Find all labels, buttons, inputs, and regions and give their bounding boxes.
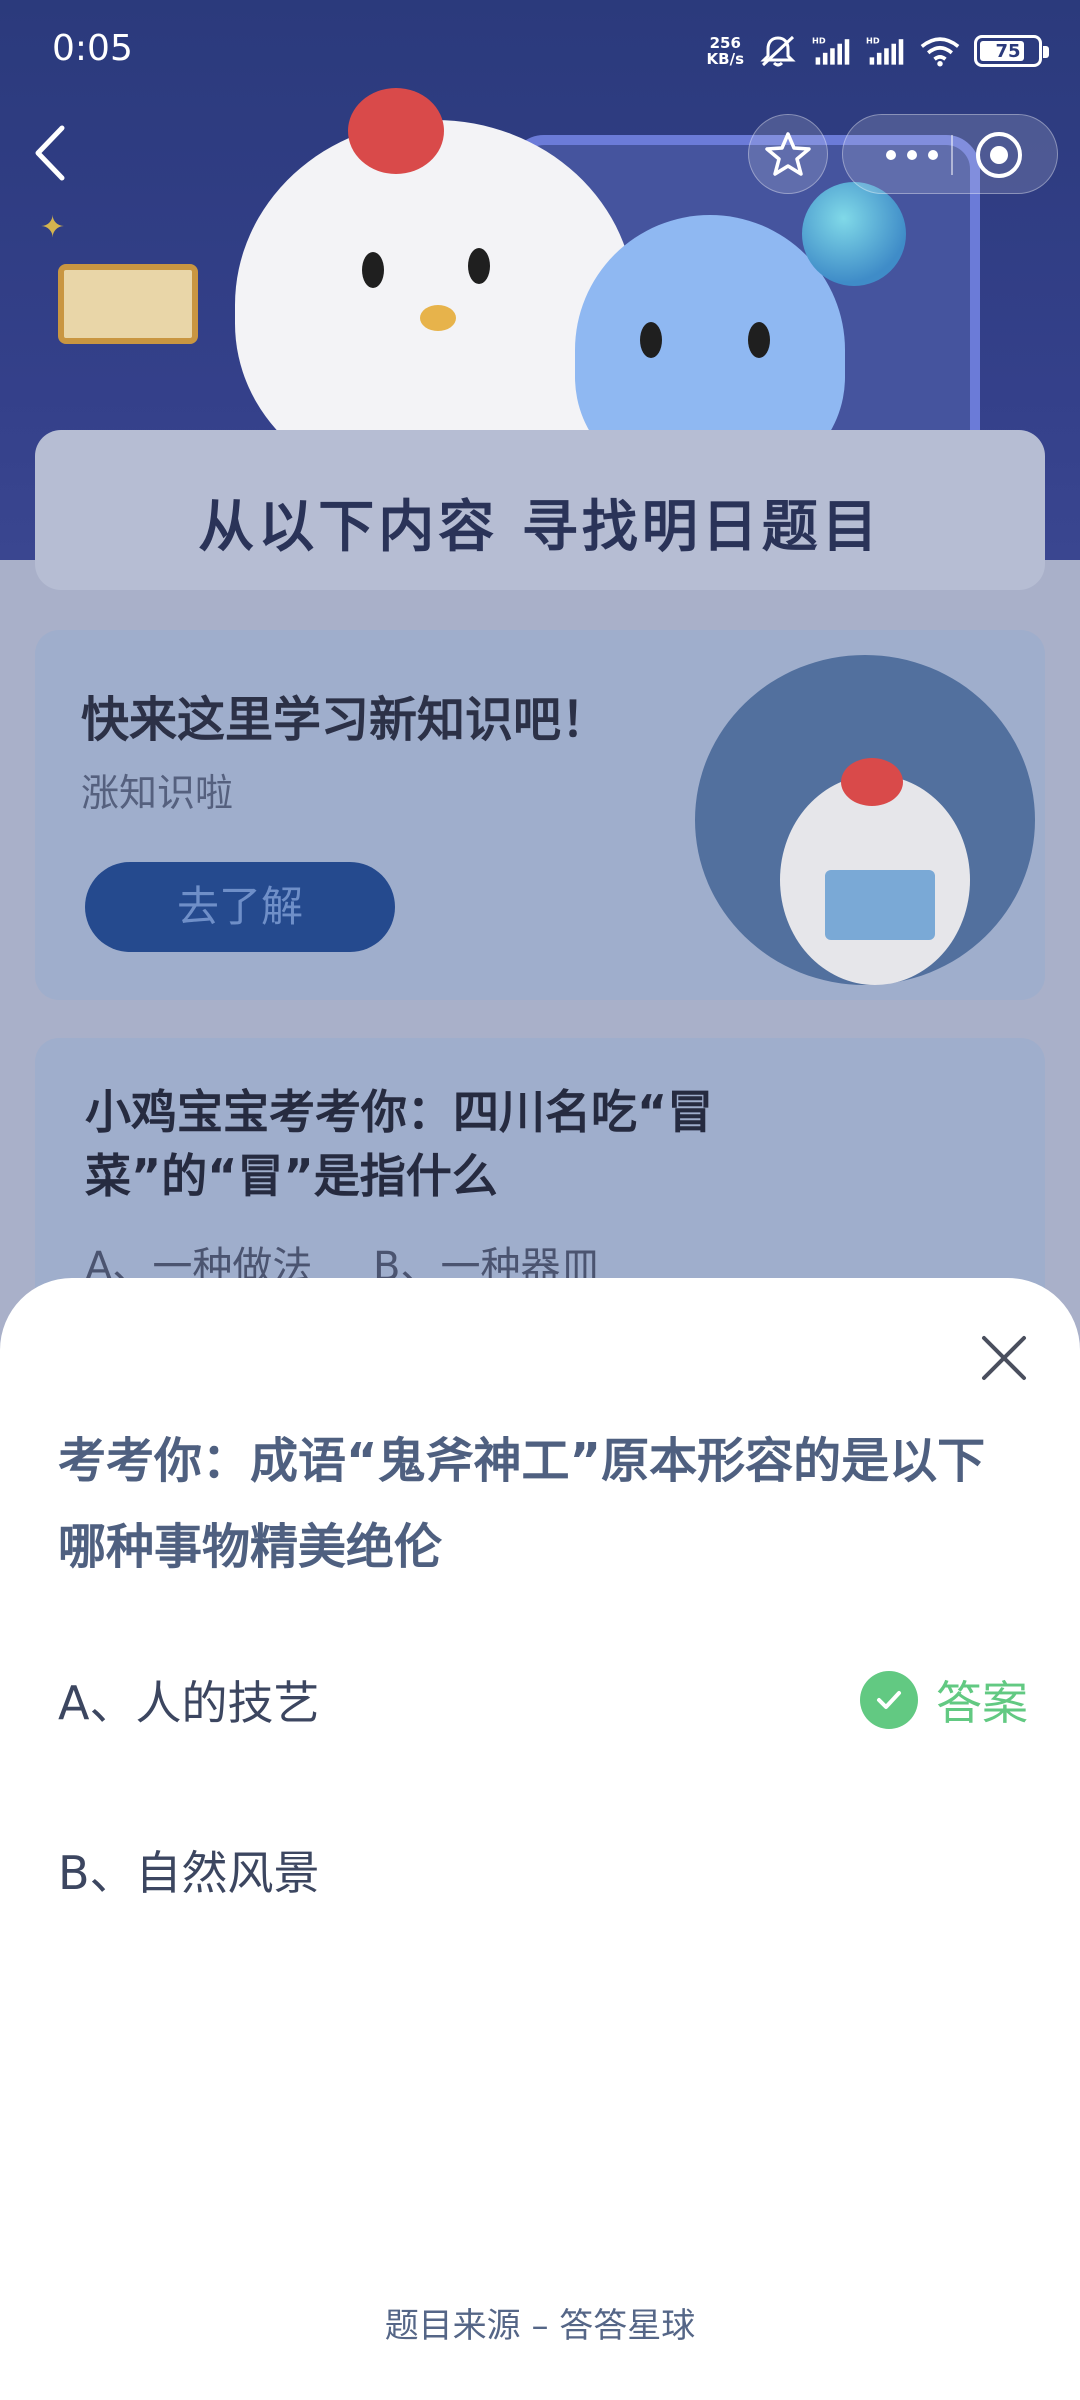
- answer-label: 答案: [936, 1676, 1028, 1730]
- section-title: 从以下内容 寻找明日题目: [198, 495, 882, 560]
- globe-illustration: [802, 182, 906, 286]
- screen: ✦ 从以下内容 寻找明日题目 快来这里学习新知识吧！ 涨知识啦 去了解 小鸡宝宝…: [0, 0, 1080, 2400]
- learn-more-button[interactable]: 去了解: [85, 862, 395, 952]
- battery-tip: [1043, 46, 1049, 58]
- promo-card-title: 快来这里学习新知识吧！: [81, 692, 610, 748]
- hero-chick-eye: [468, 248, 490, 284]
- wifi-icon: [920, 37, 960, 67]
- hero-chick-comb: [348, 88, 444, 174]
- promo-card-subtitle: 涨知识啦: [81, 771, 234, 815]
- section-title-card: 从以下内容 寻找明日题目: [35, 430, 1045, 590]
- checkmark-icon: [860, 1671, 918, 1729]
- target-circle-icon[interactable]: [973, 129, 1025, 181]
- hero-blob-eye: [640, 322, 662, 358]
- hero-blob-eye: [748, 322, 770, 358]
- favorite-button[interactable]: [748, 114, 828, 194]
- svg-text:HD: HD: [812, 36, 826, 46]
- battery-indicator: 75: [974, 35, 1049, 67]
- question-source: 题目来源 – 答答星球: [384, 2306, 696, 2346]
- medal-plaque-illustration: [58, 264, 198, 344]
- bell-muted-icon: [760, 35, 796, 67]
- mini-program-capsule: [842, 114, 1058, 194]
- option-b-label: B、自然风景: [58, 1846, 320, 1900]
- network-speed-value: 256: [709, 34, 741, 52]
- answer-tag: 答案: [860, 1667, 1028, 1733]
- question-text: 考考你：成语“鬼斧神工”原本形容的是以下哪种事物精美绝伦: [58, 1433, 986, 1575]
- promo-chick-comb: [841, 758, 903, 806]
- option-a-label: A、人的技艺: [58, 1676, 320, 1730]
- signal-hd-icon: HD: [812, 36, 850, 65]
- star-icon: [765, 132, 811, 176]
- hero-chick-beak: [420, 305, 456, 331]
- answer-bottom-sheet: 考考你：成语“鬼斧神工”原本形容的是以下哪种事物精美绝伦 A、人的技艺 答案 B…: [0, 1278, 1080, 2400]
- network-speed-unit: KB/s: [706, 50, 744, 68]
- chevron-left-icon[interactable]: [28, 120, 74, 186]
- more-dots-icon[interactable]: [879, 139, 945, 171]
- quiz-card-title: 小鸡宝宝考考你：四川名吃“冒菜”的“冒”是指什么: [85, 1085, 714, 1203]
- battery-level: 75: [995, 40, 1021, 62]
- option-b[interactable]: B、自然风景: [58, 1810, 1028, 1930]
- status-bar: 0:05 256 KB/s HD HD 75: [0, 0, 1080, 100]
- promo-card[interactable]: 快来这里学习新知识吧！ 涨知识啦 去了解: [35, 630, 1045, 1000]
- capsule-divider: [951, 135, 953, 175]
- status-time: 0:05: [52, 28, 133, 69]
- sparkle-icon: ✦: [40, 210, 66, 245]
- hero-chick-eye: [362, 252, 384, 288]
- option-a[interactable]: A、人的技艺 答案: [58, 1640, 1028, 1760]
- status-icons: 256 KB/s HD HD 75: [707, 30, 1049, 72]
- book-illustration: [825, 870, 935, 940]
- close-icon[interactable]: [976, 1330, 1032, 1386]
- signal-hd-icon: HD: [866, 36, 904, 65]
- network-speed: 256 KB/s: [707, 35, 744, 67]
- svg-text:HD: HD: [866, 36, 880, 46]
